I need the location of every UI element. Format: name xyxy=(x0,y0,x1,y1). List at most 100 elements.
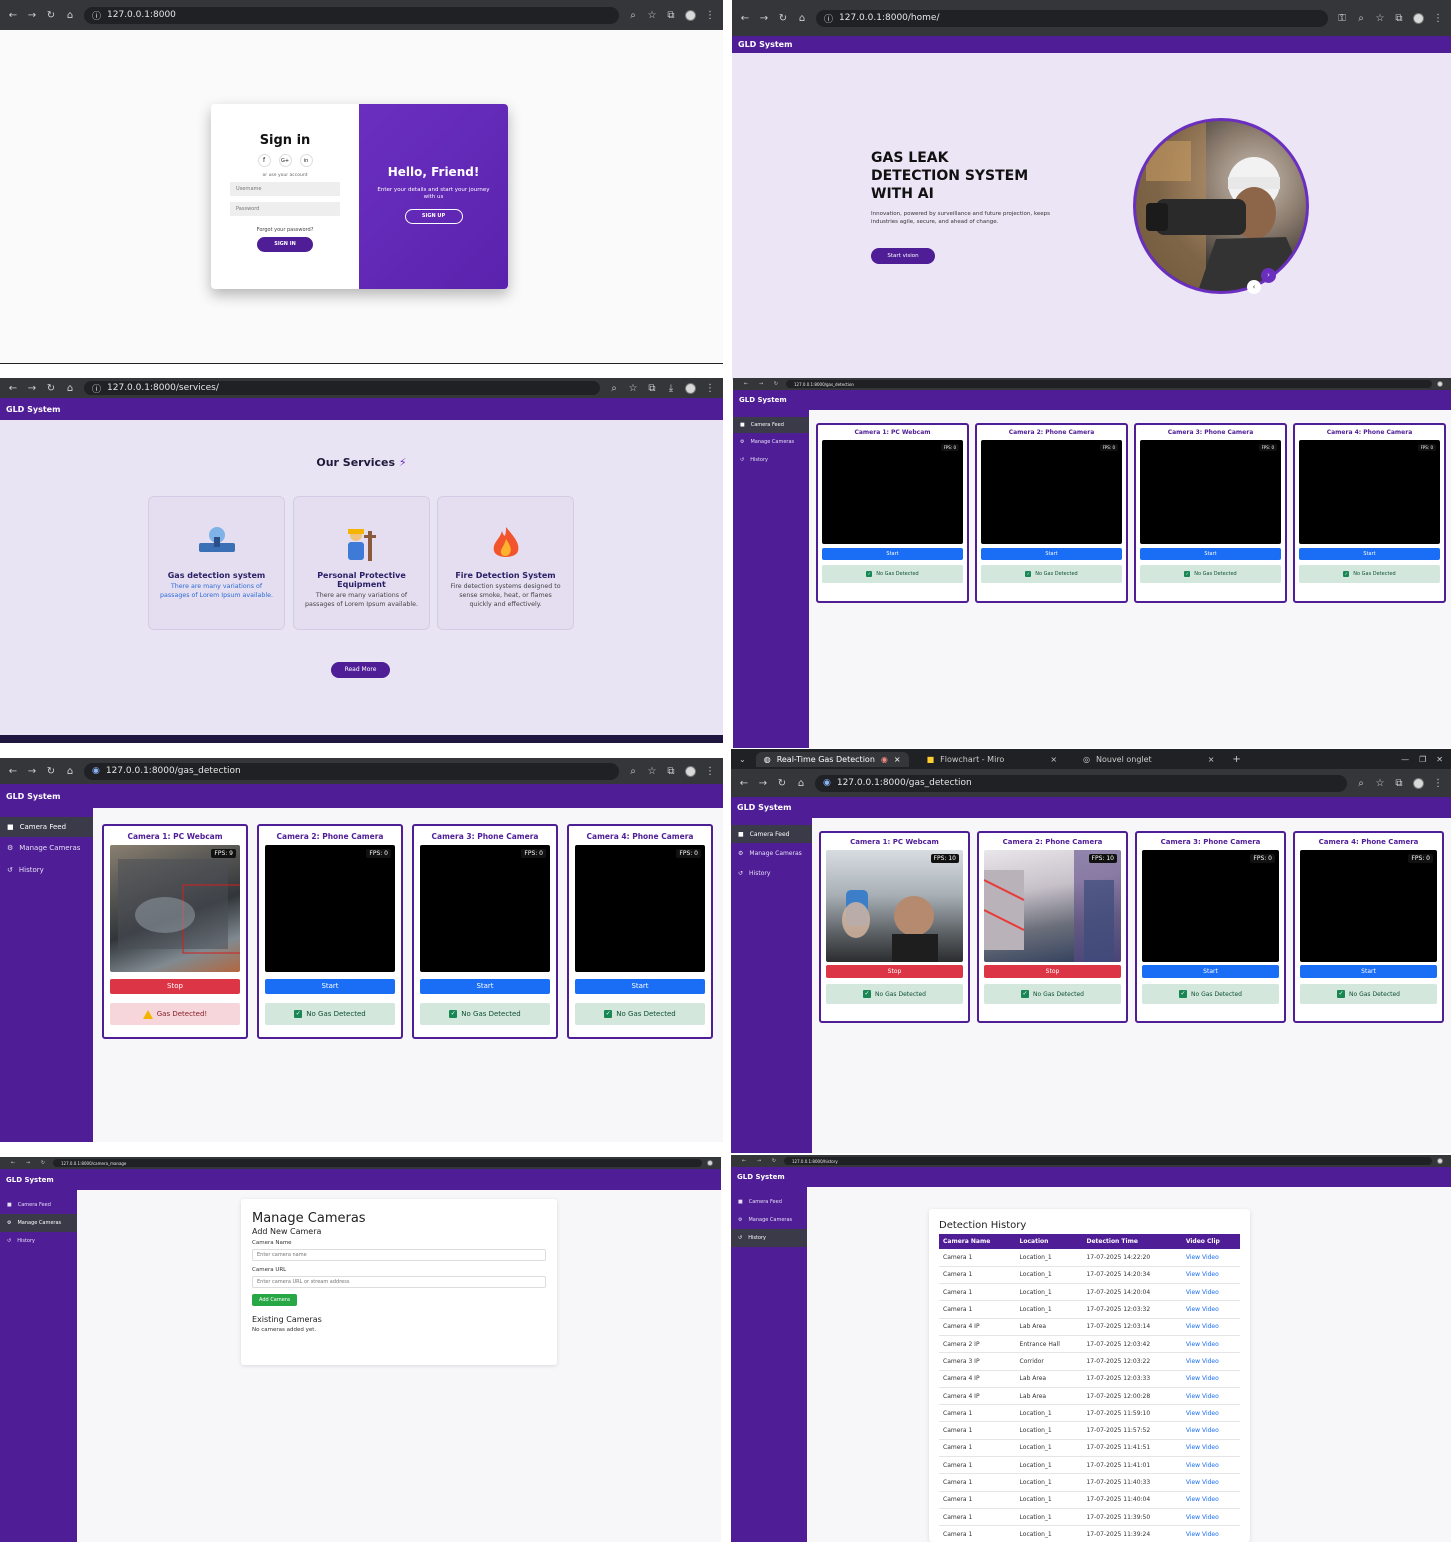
stop-button[interactable]: Stop xyxy=(984,965,1121,978)
forward-icon[interactable]: → xyxy=(23,1160,33,1166)
start-button[interactable]: Start xyxy=(1300,965,1437,978)
camera-url-input[interactable] xyxy=(252,1276,546,1288)
view-video-link[interactable]: View Video xyxy=(1181,1525,1240,1542)
sidebar-item-manage-cameras[interactable]: ⚙ Manage Cameras xyxy=(733,433,809,451)
view-video-link[interactable]: View Video xyxy=(1181,1508,1240,1527)
sidebar-item-manage-cameras[interactable]: ⚙ Manage Cameras xyxy=(731,843,812,863)
sidebar-item-manage-cameras[interactable]: ⚙ Manage Cameras xyxy=(731,1211,807,1229)
reload-icon[interactable]: ↻ xyxy=(46,766,56,777)
menu-icon[interactable]: ⋮ xyxy=(1433,778,1443,789)
view-video-link[interactable]: View Video xyxy=(1181,1283,1240,1302)
service-card-ppe[interactable]: Personal Protective Equipment There are … xyxy=(293,496,430,630)
forward-icon[interactable]: → xyxy=(756,381,766,387)
start-button[interactable]: Start xyxy=(1140,548,1281,560)
menu-icon[interactable]: ⋮ xyxy=(705,766,715,777)
start-button[interactable]: Start xyxy=(265,979,395,994)
reload-icon[interactable]: ↻ xyxy=(777,778,787,789)
star-icon[interactable]: ☆ xyxy=(647,766,657,777)
sidebar-item-history[interactable]: ↺ History xyxy=(0,859,93,881)
profile-avatar[interactable] xyxy=(1413,777,1424,789)
address-bar[interactable]: ⓘ 127.0.0.1:8000/home/ xyxy=(816,9,1328,27)
forward-icon[interactable]: → xyxy=(27,383,37,394)
back-icon[interactable]: ← xyxy=(740,13,750,24)
zoom-icon[interactable]: ⌕ xyxy=(1356,778,1366,789)
reload-icon[interactable]: ↻ xyxy=(769,1158,779,1164)
sidebar-item-history[interactable]: ↺ History xyxy=(733,451,809,469)
zoom-icon[interactable]: ⌕ xyxy=(628,10,638,21)
carousel-prev-button[interactable]: ‹ xyxy=(1247,280,1261,294)
menu-icon[interactable]: ⋮ xyxy=(705,383,715,394)
password-input[interactable] xyxy=(230,202,340,216)
facebook-icon[interactable]: f xyxy=(257,154,271,167)
profile-avatar[interactable] xyxy=(1437,381,1443,387)
back-icon[interactable]: ← xyxy=(739,778,749,789)
view-video-link[interactable]: View Video xyxy=(1181,1370,1240,1388)
zoom-icon[interactable]: ⌕ xyxy=(1356,13,1366,24)
back-icon[interactable]: ← xyxy=(8,766,18,777)
signup-button[interactable]: SIGN UP xyxy=(404,209,463,224)
reload-icon[interactable]: ↻ xyxy=(46,383,56,394)
close-icon[interactable]: × xyxy=(894,755,901,764)
profile-avatar[interactable] xyxy=(707,1160,713,1166)
forward-icon[interactable]: → xyxy=(758,778,768,789)
view-video-link[interactable]: View Video xyxy=(1181,1249,1240,1267)
camera-name-input[interactable] xyxy=(252,1249,546,1261)
view-video-link[interactable]: View Video xyxy=(1181,1387,1240,1406)
start-button[interactable]: Start xyxy=(981,548,1122,560)
profile-avatar[interactable] xyxy=(685,765,696,777)
forward-icon[interactable]: → xyxy=(27,766,37,777)
carousel-next-button[interactable]: › xyxy=(1261,268,1276,283)
back-icon[interactable]: ← xyxy=(8,10,18,21)
star-icon[interactable]: ☆ xyxy=(1375,13,1385,24)
profile-avatar[interactable] xyxy=(685,382,696,394)
brand-logo[interactable]: GLD System xyxy=(737,1173,785,1181)
sidebar-item-camera-feed[interactable]: ■ Camera Feed xyxy=(0,1196,77,1214)
brand-logo[interactable]: GLD System xyxy=(6,405,60,414)
back-icon[interactable]: ← xyxy=(8,1160,18,1166)
view-video-link[interactable]: View Video xyxy=(1181,1266,1240,1285)
address-bar[interactable]: 127.0.0.1:8000/history xyxy=(784,1157,1432,1165)
view-video-link[interactable]: View Video xyxy=(1181,1352,1240,1371)
view-video-link[interactable]: View Video xyxy=(1181,1473,1240,1492)
view-video-link[interactable]: View Video xyxy=(1181,1335,1240,1354)
service-card-gas[interactable]: Gas detection system There are many vari… xyxy=(148,496,285,630)
view-video-link[interactable]: View Video xyxy=(1181,1300,1240,1319)
brand-logo[interactable]: GLD System xyxy=(739,396,787,404)
sidebar-item-history[interactable]: ↺ History xyxy=(731,863,812,883)
start-vision-button[interactable]: Start vision xyxy=(871,248,935,264)
tab-search-icon[interactable]: ⌄ xyxy=(739,755,746,764)
sidebar-item-camera-feed[interactable]: ■ Camera Feed xyxy=(733,417,809,433)
back-icon[interactable]: ← xyxy=(8,383,18,394)
brand-logo[interactable]: GLD System xyxy=(6,1176,54,1184)
zoom-icon[interactable]: ⌕ xyxy=(628,766,638,777)
reload-icon[interactable]: ↻ xyxy=(771,381,781,387)
back-icon[interactable]: ← xyxy=(739,1158,749,1164)
star-icon[interactable]: ☆ xyxy=(647,10,657,21)
window-close-icon[interactable]: ✕ xyxy=(1436,755,1443,764)
view-video-link[interactable]: View Video xyxy=(1181,1439,1240,1458)
home-icon[interactable]: ⌂ xyxy=(797,13,807,24)
stop-button[interactable]: Stop xyxy=(110,979,240,994)
zoom-icon[interactable]: ⌕ xyxy=(609,383,619,394)
menu-icon[interactable]: ⋮ xyxy=(705,10,715,21)
sidebar-item-manage-cameras[interactable]: ⚙ Manage Cameras xyxy=(0,1214,77,1232)
close-icon[interactable]: × xyxy=(1050,755,1057,764)
restore-icon[interactable]: ❐ xyxy=(1419,755,1426,764)
profile-avatar[interactable] xyxy=(685,9,696,21)
start-button[interactable]: Start xyxy=(1142,965,1279,978)
signin-button[interactable]: SIGN IN xyxy=(257,237,313,252)
google-plus-icon[interactable]: G+ xyxy=(278,154,292,167)
sidebar-item-history[interactable]: ↺ History xyxy=(0,1232,77,1250)
extensions-icon[interactable]: ⧉ xyxy=(1394,778,1404,789)
home-icon[interactable]: ⌂ xyxy=(65,383,75,394)
start-button[interactable]: Start xyxy=(575,979,705,994)
tab-miro[interactable]: ■ Flowchart - Miro × xyxy=(919,752,1065,767)
tab-gas-detection[interactable]: ◍ Real-Time Gas Detection ◉ × xyxy=(755,751,909,767)
reload-icon[interactable]: ↻ xyxy=(46,10,56,21)
extensions-icon[interactable]: ⧉ xyxy=(1394,13,1404,24)
sidebar-item-manage-cameras[interactable]: ⚙ Manage Cameras xyxy=(0,837,93,859)
download-icon[interactable]: ⤓ xyxy=(666,383,676,394)
reload-icon[interactable]: ↻ xyxy=(778,13,788,24)
service-card-fire[interactable]: Fire Detection System Fire detection sys… xyxy=(437,496,574,630)
read-more-button[interactable]: Read More xyxy=(331,662,390,678)
